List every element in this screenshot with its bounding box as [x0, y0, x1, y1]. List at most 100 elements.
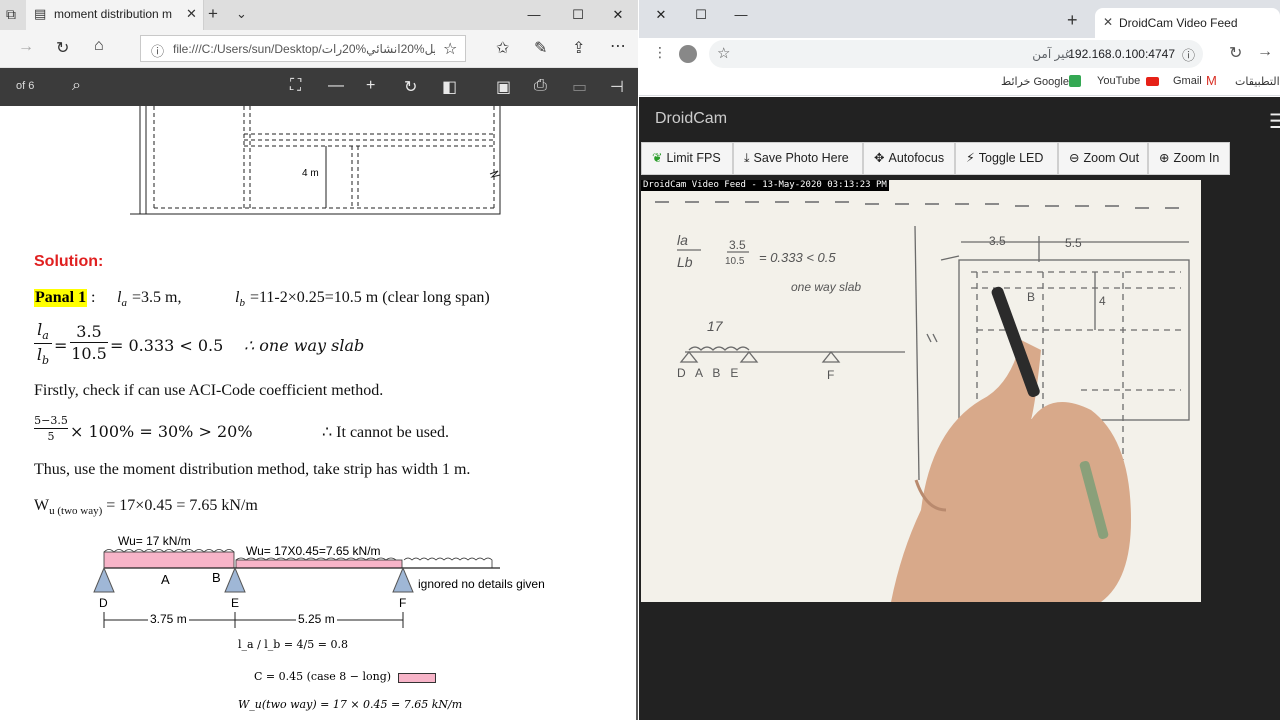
- chrome-more-menu-icon[interactable]: ⋮: [653, 44, 667, 61]
- toggle-led-button[interactable]: ⚡ Toggle LED: [955, 142, 1058, 175]
- more-menu-icon[interactable]: ⋯: [610, 36, 626, 56]
- handwriting-points: D A B E: [677, 366, 739, 380]
- ratio-formula: l_a / l_b = 4/5 = 0.8: [238, 638, 348, 651]
- percent-fraction-bar: [34, 428, 68, 429]
- handwriting-one-way: one way slab: [791, 280, 862, 294]
- feed-timestamp-caption: DroidCam Video Feed - 13-May-2020 03:13:…: [641, 180, 889, 191]
- minimize-icon[interactable]: —: [512, 0, 556, 30]
- chrome-back-icon[interactable]: →: [1257, 43, 1273, 61]
- chrome-minimize-icon[interactable]: —: [719, 0, 763, 30]
- fit-page-icon[interactable]: ⛶: [290, 77, 301, 95]
- wu-formula: W_u(two way) = 17 × 0.45 = 7.65 kN/m: [238, 698, 463, 711]
- address-url: file:///C:/Users/sun/Desktop/تحليل%20انش…: [173, 42, 435, 56]
- back-arrow-icon[interactable]: →: [18, 38, 34, 56]
- droidcam-page: DroidCam ☰ ❦ Limit FPS ⤓ Save Photo Here ✥…: [639, 97, 1280, 720]
- edge-tab-bar: ⧉ ▤ moment distribution m ✕ + ⌄ — ☐ ✕: [0, 0, 638, 30]
- bookmark-youtube[interactable]: YouTube: [1097, 75, 1140, 87]
- pdf-toolbar: of 6 ⌕ ⛶ — + ↻ ◧ ▣ ⎙ ▭ ⊣: [0, 68, 638, 106]
- edge-tab[interactable]: ▤ moment distribution m ✕: [26, 0, 204, 30]
- search-icon[interactable]: ⌕: [72, 77, 81, 95]
- print-icon[interactable]: ⎙: [534, 77, 547, 95]
- tab-actions-icon[interactable]: ⧉: [6, 6, 16, 23]
- autofocus-button[interactable]: ✥ Autofocus: [863, 142, 955, 175]
- close-window-icon[interactable]: ✕: [596, 0, 638, 30]
- edge-navigation-bar: → ↻ ⌂ ⓘ file:///C:/Users/sun/Desktop/تحل…: [0, 30, 638, 68]
- percent-numerator: 5−3.5: [34, 414, 68, 427]
- chrome-tab-title: DroidCam Video Feed: [1119, 16, 1238, 30]
- zoom-out-icon[interactable]: —: [328, 77, 344, 95]
- cannot-use-note: ∴ It cannot be used.: [322, 424, 450, 441]
- chrome-window: ✕ ☐ — + ✕ DroidCam Video Feed ⋮ ☆ غير آم…: [639, 0, 1280, 720]
- figure-dimension-label: 4 m: [302, 168, 319, 179]
- save-photo-button[interactable]: ⤓ Save Photo Here: [733, 142, 863, 175]
- la-lb-numerator: la: [37, 320, 49, 343]
- span-2-label: 5.25 m: [296, 612, 337, 626]
- load-label-1: Wu= 17 kN/m: [118, 534, 191, 548]
- address-bar[interactable]: ⓘ file:///C:/Users/sun/Desktop/تحليل%20ا…: [140, 35, 466, 62]
- page-view-icon[interactable]: ◧: [442, 77, 457, 97]
- favorites-icon[interactable]: ✩: [496, 38, 509, 58]
- bookmark-apps[interactable]: التطبيقات: [1235, 75, 1280, 88]
- new-tab-icon[interactable]: +: [208, 4, 218, 24]
- point-b-label: B: [212, 570, 221, 585]
- notes-pen-icon[interactable]: ✎: [534, 38, 547, 58]
- pdf-file-icon: ▤: [34, 6, 47, 21]
- chrome-close-tab-icon[interactable]: ✕: [1103, 15, 1113, 29]
- panel-colon: :: [91, 289, 96, 306]
- chrome-maximize-icon[interactable]: ☐: [679, 0, 723, 30]
- save-icon[interactable]: ▭: [572, 77, 587, 97]
- la-symbol: la: [117, 289, 127, 310]
- bookmark-star-icon[interactable]: ☆: [717, 44, 730, 62]
- chrome-omnibox[interactable]: ☆ غير آمن 192.168.0.100:4747 ⓘ: [709, 40, 1203, 68]
- zoom-in-icon[interactable]: +: [366, 77, 375, 95]
- maximize-icon[interactable]: ☐: [556, 0, 600, 30]
- edge-window: ⧉ ▤ moment distribution m ✕ + ⌄ — ☐ ✕ → …: [0, 0, 638, 720]
- bookmark-gmail[interactable]: Gmail: [1173, 75, 1202, 87]
- pin-icon[interactable]: ⊣: [610, 77, 624, 97]
- lb-symbol: lb: [235, 289, 245, 310]
- chrome-tab-bar: ✕ ☐ — + ✕ DroidCam Video Feed: [639, 0, 1280, 38]
- ignored-note: ignored no details given: [418, 577, 545, 591]
- handwriting-load: 17: [707, 318, 723, 334]
- pdf-page: 4 m Solution: Panal 1 : la =3.5 m, lb =1…: [0, 106, 638, 720]
- chrome-refresh-icon[interactable]: ↻: [1229, 43, 1242, 63]
- read-aloud-icon[interactable]: ▣: [496, 77, 511, 97]
- ratio-fraction-bar: [70, 342, 108, 343]
- handwriting-f: F: [827, 368, 835, 382]
- info-icon[interactable]: ⓘ: [151, 41, 164, 60]
- coefficient-formula: C = 0.45 (case 8 − long): [254, 670, 392, 683]
- tab-list-chevron-icon[interactable]: ⌄: [236, 6, 247, 22]
- zoom-out-button[interactable]: ⊖ Zoom Out: [1058, 142, 1148, 175]
- close-tab-icon[interactable]: ✕: [186, 6, 197, 22]
- chrome-tab[interactable]: ✕ DroidCam Video Feed: [1095, 8, 1280, 38]
- handwriting-dim1: 3.5: [989, 234, 1006, 248]
- fraction-bar: [34, 343, 52, 345]
- site-info-icon[interactable]: ⓘ: [1182, 45, 1195, 64]
- zoom-out-icon: ⊖: [1069, 151, 1080, 165]
- la-lb-fraction: la lb: [34, 320, 52, 367]
- droidcam-brand[interactable]: DroidCam: [655, 110, 727, 128]
- download-icon: ⤓: [744, 151, 750, 165]
- home-icon[interactable]: ⌂: [94, 37, 104, 55]
- chrome-close-window-icon[interactable]: ✕: [639, 0, 683, 30]
- ratio-result: = 0.333 < 0.5: [110, 336, 224, 355]
- hamburger-menu-icon[interactable]: ☰: [1269, 109, 1280, 134]
- percent-denominator: 5: [47, 430, 55, 443]
- load-label-2: Wu= 17X0.45=7.65 kN/m: [246, 544, 381, 558]
- chrome-new-tab-icon[interactable]: +: [1067, 10, 1078, 31]
- equals-sign: =: [54, 336, 68, 355]
- bookmark-maps[interactable]: خرائط Google: [1001, 75, 1069, 88]
- handwriting-num: 3.5: [729, 238, 746, 252]
- limit-fps-button[interactable]: ❦ Limit FPS: [641, 142, 733, 175]
- percent-result: × 100% = 30% > 20%: [70, 422, 253, 441]
- zoom-in-button[interactable]: ⊕ Zoom In: [1148, 142, 1230, 175]
- favorite-star-icon[interactable]: ☆: [443, 39, 457, 59]
- refresh-icon[interactable]: ↻: [56, 38, 69, 58]
- rotate-icon[interactable]: ↻: [404, 77, 417, 97]
- share-icon[interactable]: ⇪: [572, 38, 585, 58]
- profile-avatar[interactable]: [679, 45, 697, 63]
- video-feed: DroidCam Video Feed - 13-May-2020 03:13:…: [641, 180, 1201, 602]
- wu-equation: Wu (two way) = 17×0.45 = 7.65 kN/m: [34, 497, 258, 518]
- la-lb-denominator: lb: [36, 345, 50, 368]
- la-value: =3.5 m,: [132, 289, 182, 306]
